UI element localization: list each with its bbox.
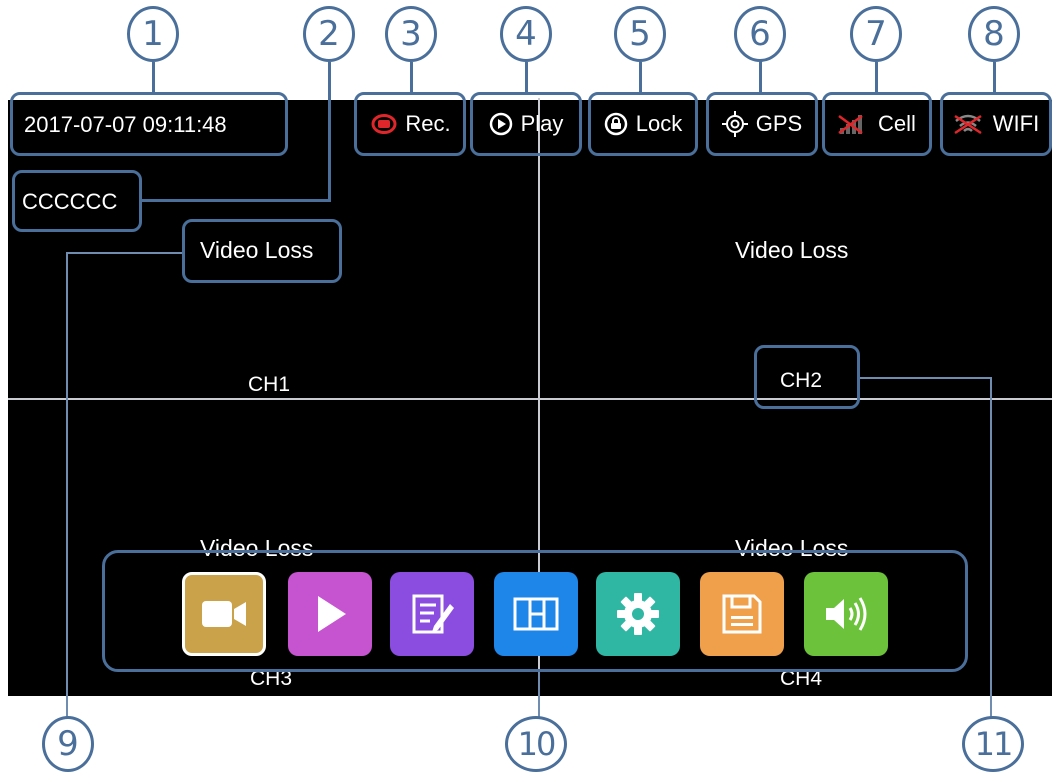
wifi-label: WIFI — [992, 111, 1040, 136]
device-id-label: CCCCCC — [22, 189, 118, 214]
volume-menu-button[interactable] — [804, 572, 888, 656]
record-icon — [371, 114, 397, 134]
cell-label: Cell — [878, 111, 916, 136]
camera-icon — [202, 601, 246, 627]
leader-11-h — [860, 377, 990, 379]
callout-6: 6 — [734, 6, 786, 62]
play-icon — [318, 596, 346, 632]
ch2-status: Video Loss — [735, 237, 849, 263]
callout-9: 9 — [42, 716, 94, 772]
rec-label: Rec. — [405, 111, 451, 136]
leader-11-v — [990, 377, 992, 719]
edit-icon — [412, 594, 454, 634]
record-menu-button[interactable] — [182, 572, 266, 656]
callout-11: 11 — [962, 716, 1024, 772]
leader-3 — [410, 62, 413, 92]
callout-7: 7 — [850, 6, 902, 62]
leader-5 — [639, 62, 642, 92]
storage-menu-button[interactable] — [700, 572, 784, 656]
callout-3: 3 — [385, 6, 437, 62]
leader-10 — [538, 672, 540, 718]
cell-status[interactable]: Cell — [826, 96, 928, 152]
play-circle-icon — [489, 112, 512, 136]
leader-9-h — [66, 252, 182, 254]
datetime-label: 2017-07-07 09:11:48 — [24, 112, 227, 137]
play-status[interactable]: Play — [474, 96, 578, 152]
leader-7 — [875, 62, 878, 92]
callout-5: 5 — [614, 6, 666, 62]
split-screen-menu-button[interactable] — [494, 572, 578, 656]
gps-status[interactable]: GPS — [710, 96, 814, 152]
callout-2: 2 — [303, 6, 355, 62]
playback-menu-button[interactable] — [288, 572, 372, 656]
rec-status[interactable]: Rec. — [360, 96, 462, 152]
leader-2 — [328, 62, 331, 202]
leader-8 — [993, 62, 996, 92]
quad-divider-horizontal — [8, 398, 1052, 400]
speaker-icon — [826, 597, 867, 631]
cell-signal-off-icon — [838, 114, 863, 135]
settings-menu-button[interactable] — [596, 572, 680, 656]
lock-status[interactable]: Lock — [592, 96, 694, 152]
callout-10: 10 — [505, 716, 567, 772]
play-label: Play — [520, 111, 564, 136]
save-icon — [722, 594, 762, 634]
lock-label: Lock — [635, 111, 683, 136]
leader-9-v — [66, 252, 68, 718]
split-screen-icon — [513, 597, 559, 631]
ch1-status: Video Loss — [200, 237, 314, 263]
ch2-name[interactable]: CH2 — [780, 369, 822, 393]
gps-label: GPS — [755, 111, 803, 136]
gear-icon — [617, 593, 659, 635]
leader-2-h — [142, 199, 331, 202]
wifi-status[interactable]: WIFI — [944, 96, 1048, 152]
leader-4 — [525, 62, 528, 92]
leader-6 — [759, 62, 762, 92]
gps-crosshair-icon — [721, 111, 748, 137]
leader-1 — [152, 62, 155, 92]
callout-1: 1 — [127, 6, 179, 62]
callout-4: 4 — [500, 6, 552, 62]
ch1-name[interactable]: CH1 — [248, 373, 290, 397]
callout-8: 8 — [968, 6, 1020, 62]
log-menu-button[interactable] — [390, 572, 474, 656]
lock-icon — [604, 112, 627, 136]
wifi-off-icon — [954, 114, 982, 135]
